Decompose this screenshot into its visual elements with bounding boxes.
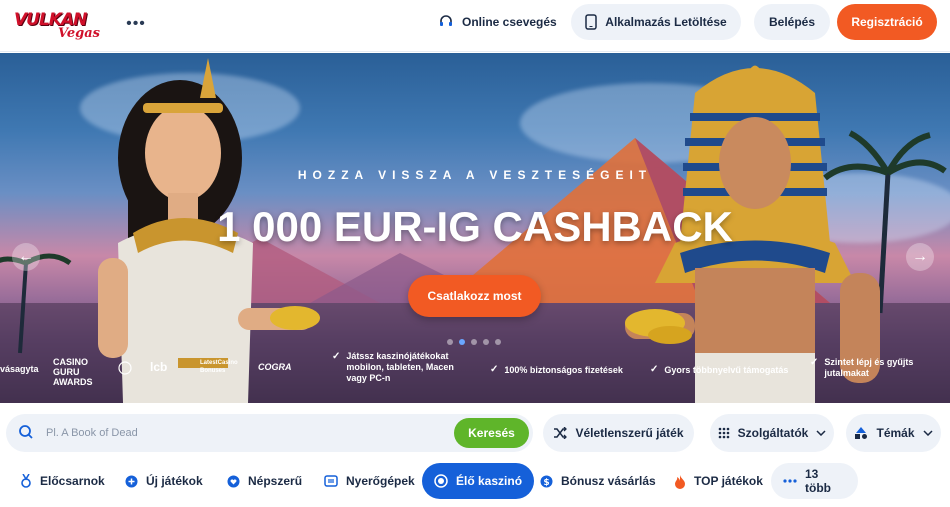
category-label: TOP játékok bbox=[694, 474, 763, 488]
category-popular[interactable]: Népszerű bbox=[215, 463, 314, 499]
random-label: Véletlenszerű játék bbox=[575, 426, 684, 440]
grid-icon bbox=[718, 427, 730, 439]
live-casino-icon bbox=[434, 474, 448, 488]
vulkan-vegas-logo[interactable]: VULKAN Vegas bbox=[14, 8, 100, 44]
chat-label: Online csevegés bbox=[462, 15, 557, 29]
slide-dot[interactable] bbox=[447, 339, 453, 345]
category-label: Nyerőgépek bbox=[346, 474, 415, 488]
lcb-logo: lcb bbox=[150, 360, 167, 374]
heart-icon bbox=[227, 475, 240, 488]
category-label: Bónusz vásárlás bbox=[561, 474, 656, 488]
check-icon: ✓ bbox=[650, 364, 659, 375]
promo-banner: HOZZA VISSZA A VESZTESÉGEIT 1 000 EUR-IG… bbox=[0, 53, 950, 403]
feature-item: ✓ 100% biztonságos fizetések bbox=[490, 364, 623, 375]
search-button[interactable]: Keresés bbox=[454, 418, 529, 448]
providers-label: Szolgáltatók bbox=[737, 426, 809, 440]
top-header: VULKAN Vegas ••• Online csevegés Alkalma… bbox=[0, 0, 950, 52]
search-bar: Keresés bbox=[6, 414, 533, 452]
award-label: CASINO GURU AWARDS bbox=[53, 357, 93, 387]
chevron-down-icon bbox=[922, 430, 933, 436]
svg-text:$: $ bbox=[543, 478, 549, 488]
check-icon: ✓ bbox=[332, 351, 341, 362]
category-label: Előcsarnok bbox=[40, 474, 105, 488]
slide-indicator bbox=[447, 339, 501, 345]
providers-dropdown[interactable]: Szolgáltatók bbox=[710, 414, 834, 452]
dots-horizontal-icon bbox=[783, 479, 797, 483]
arrow-right-icon[interactable]: → bbox=[906, 243, 934, 271]
category-bonus-buy[interactable]: $ Bónusz vásárlás bbox=[528, 463, 668, 499]
check-icon: ✓ bbox=[810, 357, 819, 368]
ecogra-logo: COGRA bbox=[258, 362, 292, 372]
award-label: vásagyta bbox=[0, 364, 39, 374]
themes-label: Témák bbox=[876, 426, 915, 440]
slide-dot[interactable] bbox=[471, 339, 477, 345]
slot-machine-icon bbox=[324, 475, 338, 487]
shapes-icon bbox=[854, 426, 868, 440]
search-input[interactable] bbox=[46, 423, 446, 443]
login-button[interactable]: Belépés bbox=[754, 4, 830, 40]
category-label: Népszerű bbox=[248, 474, 303, 488]
slide-dot-active[interactable] bbox=[459, 339, 465, 345]
register-button[interactable]: Regisztráció bbox=[837, 4, 937, 40]
category-lobby[interactable]: Előcsarnok bbox=[8, 463, 117, 499]
feature-item: ✓ Szintet lépj és gyűjts jutalmakat bbox=[810, 357, 930, 379]
category-new-games[interactable]: Új játékok bbox=[113, 463, 215, 499]
feature-label: Gyors többnyelvű támogatás bbox=[664, 364, 789, 375]
slide-dot[interactable] bbox=[495, 339, 501, 345]
flame-icon bbox=[674, 474, 686, 489]
feature-item: ✓ Gyors többnyelvű támogatás bbox=[650, 364, 788, 375]
slide-dot[interactable] bbox=[483, 339, 489, 345]
phone-icon bbox=[585, 14, 598, 30]
category-top-games[interactable]: TOP játékok bbox=[662, 463, 775, 499]
join-now-button[interactable]: Csatlakozz most bbox=[408, 275, 541, 317]
award-label: lcb bbox=[150, 360, 168, 374]
banner-title: 1 000 EUR-IG CASHBACK bbox=[217, 203, 733, 250]
shuffle-icon bbox=[553, 427, 568, 439]
award-label: COGRA bbox=[258, 362, 292, 372]
category-more[interactable]: 13 több bbox=[771, 463, 858, 499]
banner-subtitle: HOZZA VISSZA A VESZTESÉGEIT bbox=[297, 168, 653, 182]
themes-dropdown[interactable]: Témák bbox=[846, 414, 941, 452]
chevron-down-icon bbox=[816, 430, 826, 436]
feature-label: Szintet lépj és gyűjts jutalmakat bbox=[824, 357, 914, 378]
plus-circle-icon bbox=[125, 475, 138, 488]
category-label: Új játékok bbox=[146, 474, 203, 488]
logo-text-bottom: Vegas bbox=[58, 26, 100, 41]
medal-icon bbox=[20, 474, 32, 488]
award-badge-icon bbox=[118, 361, 132, 377]
headset-icon bbox=[438, 14, 454, 30]
feature-item: ✓ Játssz kaszinójátékokat mobilon, table… bbox=[332, 351, 472, 384]
arrow-left-icon[interactable]: ← bbox=[12, 243, 40, 271]
feature-strip: vásagyta CASINO GURU AWARDS lcb LatestCa… bbox=[0, 351, 950, 403]
category-label: Élő kaszinó bbox=[456, 474, 523, 488]
random-game-button[interactable]: Véletlenszerű játék bbox=[543, 414, 694, 452]
casino-guru-award: CASINO GURU AWARDS bbox=[53, 357, 113, 387]
latest-casino-bonuses-logo: LatestCasino Bonuses bbox=[200, 359, 252, 375]
check-icon: ✓ bbox=[490, 364, 499, 375]
search-icon bbox=[18, 424, 34, 440]
dots-horizontal-icon[interactable]: ••• bbox=[126, 14, 146, 34]
category-slots[interactable]: Nyerőgépek bbox=[312, 463, 427, 499]
app-label: Alkalmazás Letöltése bbox=[605, 15, 727, 29]
award-label: LatestCasino Bonuses bbox=[200, 360, 238, 374]
category-live-casino[interactable]: Élő kaszinó bbox=[422, 463, 535, 499]
online-chat-link[interactable]: Online csevegés bbox=[438, 12, 557, 32]
download-app-button[interactable]: Alkalmazás Letöltése bbox=[571, 4, 741, 40]
award-text: vásagyta bbox=[0, 364, 39, 374]
feature-label: 100% biztonságos fizetések bbox=[504, 364, 623, 375]
dollar-coin-icon: $ bbox=[540, 475, 553, 488]
category-label: 13 több bbox=[805, 467, 831, 495]
feature-label: Játssz kaszinójátékokat mobilon, tablete… bbox=[346, 351, 454, 383]
